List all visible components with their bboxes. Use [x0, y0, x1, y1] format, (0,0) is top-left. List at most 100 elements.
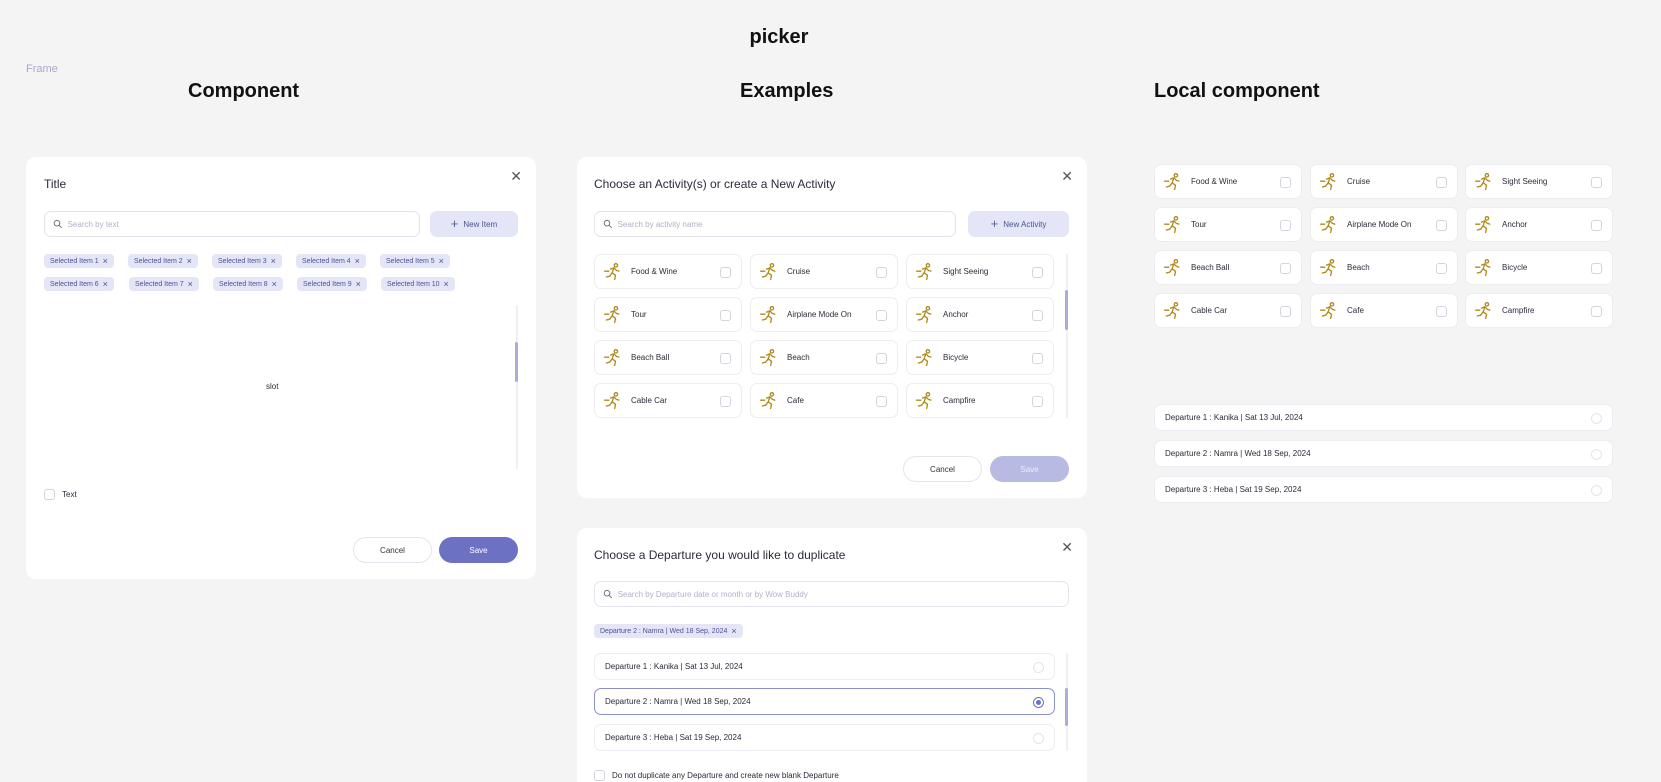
activity-tile[interactable]: Airplane Mode On	[1310, 207, 1458, 242]
scrollbar-thumb[interactable]	[1065, 290, 1068, 330]
remove-chip-icon[interactable]: ×	[356, 279, 361, 289]
activity-tile[interactable]: Anchor	[1465, 207, 1613, 242]
departure-radio[interactable]	[1591, 449, 1602, 460]
local-departure-row[interactable]: Departure 1 : Kanika | Sat 13 Jul, 2024	[1154, 404, 1613, 431]
activity-tile[interactable]: Anchor	[906, 297, 1054, 332]
activity-tile[interactable]: Beach	[750, 340, 898, 375]
remove-chip-icon[interactable]: ×	[103, 256, 108, 266]
running-person-icon	[915, 391, 935, 411]
activity-checkbox[interactable]	[1032, 310, 1043, 321]
activity-tile[interactable]: Beach	[1310, 250, 1458, 285]
activity-checkbox[interactable]	[876, 396, 887, 407]
local-departure-row[interactable]: Departure 3 : Heba | Sat 19 Sep, 2024	[1154, 476, 1613, 503]
activity-tile[interactable]: Cruise	[1310, 164, 1458, 199]
remove-chip-icon[interactable]: ×	[355, 256, 360, 266]
activity-tile[interactable]: Airplane Mode On	[750, 297, 898, 332]
blank-departure-checkbox[interactable]	[594, 770, 605, 781]
remove-chip-icon[interactable]: ×	[272, 279, 277, 289]
activity-tile[interactable]: Cafe	[1310, 293, 1458, 328]
activity-tile[interactable]: Cable Car	[1154, 293, 1302, 328]
scrollbar-track[interactable]	[1066, 254, 1068, 418]
local-departure-row[interactable]: Departure 2 : Namra | Wed 18 Sep, 2024	[1154, 440, 1613, 467]
activity-checkbox[interactable]	[1280, 306, 1291, 317]
activity-checkbox[interactable]	[1032, 267, 1043, 278]
cancel-button[interactable]: Cancel	[903, 456, 982, 482]
activity-checkbox[interactable]	[1591, 306, 1602, 317]
search-icon	[603, 589, 613, 599]
close-icon[interactable]: ✕	[1061, 540, 1073, 554]
scrollbar-thumb[interactable]	[1065, 688, 1068, 726]
remove-chip-icon[interactable]: ×	[439, 256, 444, 266]
activity-checkbox[interactable]	[1591, 263, 1602, 274]
activity-tile[interactable]: Bicycle	[1465, 250, 1613, 285]
remove-chip-icon[interactable]: ×	[271, 256, 276, 266]
departure-radio[interactable]	[1033, 697, 1044, 708]
departure-label: Departure 1 : Kanika | Sat 13 Jul, 2024	[1165, 413, 1303, 422]
save-button[interactable]: Save	[990, 456, 1069, 482]
remove-chip-icon[interactable]: ×	[103, 279, 108, 289]
activity-tile[interactable]: Food & Wine	[1154, 164, 1302, 199]
activity-checkbox[interactable]	[1280, 177, 1291, 188]
activity-tile[interactable]: Food & Wine	[594, 254, 742, 289]
activity-tile[interactable]: Sight Seeing	[1465, 164, 1613, 199]
departure-row-selected[interactable]: Departure 2 : Namra | Wed 18 Sep, 2024	[594, 688, 1055, 715]
activity-checkbox[interactable]	[1436, 220, 1447, 231]
activity-checkbox[interactable]	[876, 353, 887, 364]
activity-tile[interactable]: Beach Ball	[1154, 250, 1302, 285]
new-item-button[interactable]: + New Item	[430, 211, 518, 237]
close-icon[interactable]: ✕	[1061, 169, 1073, 183]
page-title: picker	[749, 26, 809, 48]
search-input-container[interactable]	[594, 211, 956, 237]
departure-row[interactable]: Departure 3 : Heba | Sat 19 Sep, 2024	[594, 724, 1055, 751]
activity-checkbox[interactable]	[876, 310, 887, 321]
activity-tile[interactable]: Campfire	[906, 383, 1054, 418]
remove-chip-icon[interactable]: ×	[731, 626, 736, 636]
departure-row[interactable]: Departure 1 : Kanika | Sat 13 Jul, 2024	[594, 653, 1055, 680]
activity-tile[interactable]: Cafe	[750, 383, 898, 418]
running-person-icon	[603, 262, 623, 282]
activity-checkbox[interactable]	[1436, 263, 1447, 274]
departure-radio[interactable]	[1033, 733, 1044, 744]
activity-tile[interactable]: Tour	[594, 297, 742, 332]
running-person-icon	[1319, 258, 1339, 278]
save-button[interactable]: Save	[439, 537, 518, 563]
search-input[interactable]	[617, 219, 955, 229]
activity-checkbox[interactable]	[1280, 263, 1291, 274]
activity-tile[interactable]: Campfire	[1465, 293, 1613, 328]
departure-radio[interactable]	[1591, 485, 1602, 496]
activity-checkbox[interactable]	[1591, 220, 1602, 231]
activity-tile[interactable]: Beach Ball	[594, 340, 742, 375]
activity-tile[interactable]: Cruise	[750, 254, 898, 289]
close-icon[interactable]: ✕	[510, 169, 522, 183]
activity-checkbox[interactable]	[720, 353, 731, 364]
activity-tile[interactable]: Bicycle	[906, 340, 1054, 375]
activity-checkbox[interactable]	[720, 310, 731, 321]
running-person-icon	[1474, 215, 1494, 235]
activity-checkbox[interactable]	[1032, 353, 1043, 364]
scrollbar-track[interactable]	[516, 305, 518, 469]
activity-checkbox[interactable]	[1436, 177, 1447, 188]
remove-chip-icon[interactable]: ×	[444, 279, 449, 289]
remove-chip-icon[interactable]: ×	[188, 279, 193, 289]
search-input[interactable]	[617, 589, 1068, 599]
activity-tile[interactable]: Tour	[1154, 207, 1302, 242]
remove-chip-icon[interactable]: ×	[187, 256, 192, 266]
activity-checkbox[interactable]	[720, 267, 731, 278]
activity-checkbox[interactable]	[1032, 396, 1043, 407]
cancel-button[interactable]: Cancel	[353, 537, 432, 563]
scrollbar-thumb[interactable]	[515, 342, 518, 382]
search-input-container[interactable]	[44, 211, 420, 237]
activity-tile[interactable]: Sight Seeing	[906, 254, 1054, 289]
search-input-container[interactable]	[594, 581, 1069, 607]
departure-radio[interactable]	[1591, 413, 1602, 424]
activity-tile[interactable]: Cable Car	[594, 383, 742, 418]
new-activity-button[interactable]: + New Activity	[968, 211, 1069, 237]
search-input[interactable]	[67, 219, 419, 229]
text-checkbox[interactable]	[44, 489, 55, 500]
activity-checkbox[interactable]	[720, 396, 731, 407]
activity-checkbox[interactable]	[1280, 220, 1291, 231]
departure-radio[interactable]	[1033, 662, 1044, 673]
activity-checkbox[interactable]	[1436, 306, 1447, 317]
activity-checkbox[interactable]	[876, 267, 887, 278]
activity-checkbox[interactable]	[1591, 177, 1602, 188]
